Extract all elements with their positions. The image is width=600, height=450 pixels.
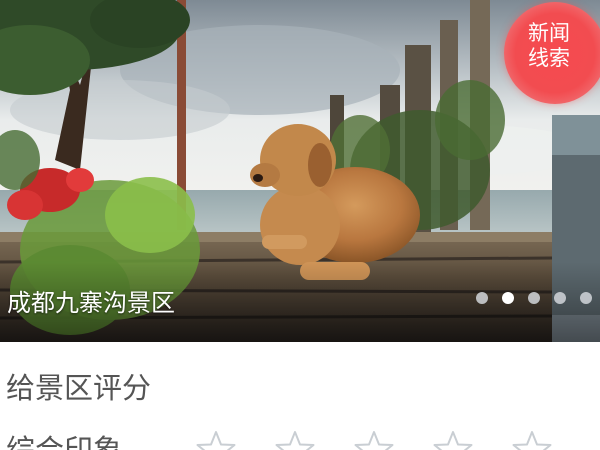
rating-heading: 给景区评分: [6, 371, 152, 405]
rating-row-overall: 综合印象: [6, 430, 600, 450]
news-tip-label: 新闻线索: [528, 21, 570, 70]
carousel-pagination: [476, 292, 592, 304]
carousel-dot[interactable]: [528, 292, 540, 304]
carousel-dot[interactable]: [580, 292, 592, 304]
carousel-dot[interactable]: [476, 292, 488, 304]
carousel-dot[interactable]: [554, 292, 566, 304]
star-icon[interactable]: [275, 430, 315, 450]
star-icon[interactable]: [196, 430, 236, 450]
rating-label-overall: 综合印象: [6, 433, 123, 450]
slide-title: 成都九寨沟景区: [7, 289, 175, 317]
news-tip-button[interactable]: 新闻线索: [504, 2, 600, 104]
rating-section: 给景区评分 综合印象: [0, 342, 600, 450]
page: 成都九寨沟景区 新闻线索 给景区评分 综合印象: [0, 0, 600, 450]
star-icon[interactable]: [433, 430, 473, 450]
star-icon[interactable]: [354, 430, 394, 450]
carousel-dot[interactable]: [502, 292, 514, 304]
star-icon[interactable]: [512, 430, 552, 450]
